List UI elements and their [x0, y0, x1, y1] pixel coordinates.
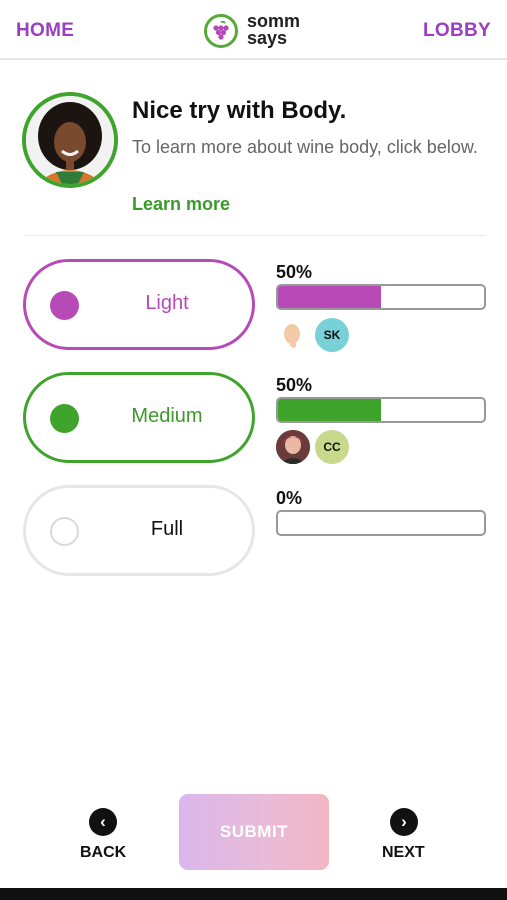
sommelier-avatar — [22, 92, 118, 188]
option-light[interactable]: Light — [23, 259, 255, 350]
option-radio-selected — [50, 404, 79, 433]
home-indicator-bar — [0, 888, 507, 900]
result-bar-medium — [276, 397, 486, 423]
divider — [24, 235, 486, 236]
option-full[interactable]: Full — [23, 485, 255, 576]
home-link[interactable]: HOME — [16, 20, 74, 42]
sommelier-portrait — [26, 96, 114, 184]
next-icon[interactable]: › — [390, 808, 418, 836]
back-icon[interactable]: ‹ — [89, 808, 117, 836]
option-medium[interactable]: Medium — [23, 372, 255, 463]
feedback-title: Nice try with Body. — [132, 97, 347, 124]
logo-line2: says — [247, 28, 288, 48]
option-label: Light — [145, 292, 189, 314]
submit-button[interactable]: SUBMIT — [179, 794, 329, 870]
bar-fill — [278, 286, 381, 308]
logo-wordmark: somm says — [247, 12, 300, 48]
result-bar-light — [276, 284, 486, 310]
voter-badge-sk: SK — [315, 318, 349, 352]
grape-icon — [213, 21, 229, 40]
bar-fill — [278, 399, 381, 421]
percent-label-light: 50% — [276, 262, 313, 282]
option-label: Full — [150, 518, 184, 540]
app-header: HOME somm says LOBBY — [0, 0, 507, 60]
option-label: Medium — [131, 405, 203, 427]
voter-badge-cc: CC — [315, 430, 349, 464]
learn-more-link[interactable]: Learn more — [132, 194, 230, 215]
voter-memoji-avatar — [276, 318, 310, 352]
voter-photo-avatar — [276, 430, 310, 464]
percent-label-medium: 50% — [276, 375, 313, 395]
feedback-body: To learn more about wine body, click bel… — [132, 137, 478, 157]
somm-says-logo[interactable]: somm says — [204, 12, 314, 50]
next-button[interactable]: NEXT — [382, 844, 425, 862]
lobby-link[interactable]: LOBBY — [423, 20, 491, 42]
option-radio-unselected — [50, 517, 79, 546]
back-button[interactable]: BACK — [80, 844, 126, 862]
percent-label-full: 0% — [276, 488, 303, 508]
result-bar-full — [276, 510, 486, 536]
option-radio-selected — [50, 291, 79, 320]
logo-badge — [204, 14, 238, 48]
